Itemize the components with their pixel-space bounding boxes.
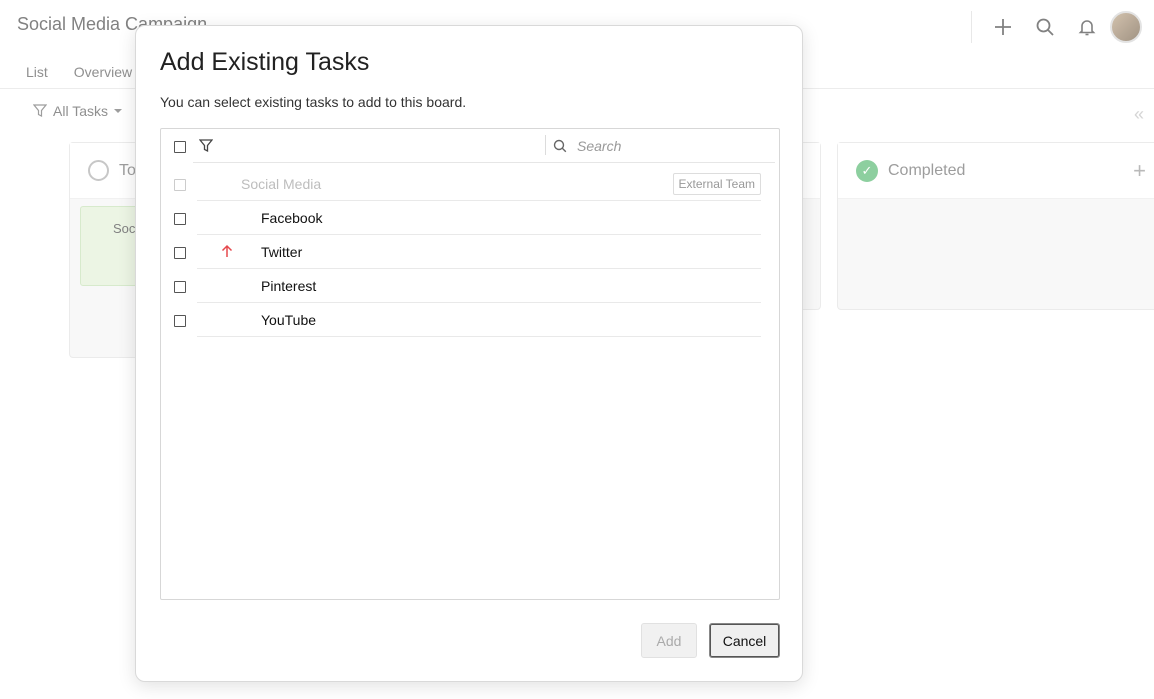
task-checkbox[interactable] (174, 315, 186, 327)
dialog-subtitle: You can select existing tasks to add to … (160, 94, 467, 110)
task-name: Facebook (261, 210, 323, 226)
task-name: Pinterest (261, 278, 317, 294)
filter-icon[interactable] (199, 139, 213, 153)
search-box[interactable] (553, 133, 773, 159)
add-button[interactable]: Add (641, 623, 697, 658)
group-tag: External Team (672, 173, 761, 195)
row-divider (197, 336, 761, 337)
task-name: Twitter (261, 244, 303, 260)
search-icon (553, 139, 567, 153)
header-underline (193, 162, 775, 163)
arrow-up-icon (221, 244, 233, 257)
task-row-twitter[interactable]: Twitter (161, 235, 779, 269)
group-name: Social Media (241, 176, 322, 192)
cancel-button[interactable]: Cancel (709, 623, 780, 658)
picker-header (161, 129, 779, 163)
task-row-facebook[interactable]: Facebook (161, 201, 779, 235)
task-checkbox[interactable] (174, 281, 186, 293)
task-checkbox[interactable] (174, 247, 186, 259)
task-name: YouTube (261, 312, 317, 328)
task-row-pinterest[interactable]: Pinterest (161, 269, 779, 303)
dialog-title: Add Existing Tasks (160, 48, 370, 76)
group-row: Social Media External Team (161, 167, 779, 201)
task-picker: Social Media External Team Facebook Twit… (160, 128, 780, 600)
header-divider (545, 135, 546, 155)
group-checkbox (174, 179, 186, 191)
task-checkbox[interactable] (174, 213, 186, 225)
search-input[interactable] (577, 138, 757, 154)
add-existing-tasks-dialog: Add Existing Tasks You can select existi… (135, 25, 803, 682)
task-row-youtube[interactable]: YouTube (161, 303, 779, 337)
select-all-checkbox[interactable] (174, 141, 186, 153)
